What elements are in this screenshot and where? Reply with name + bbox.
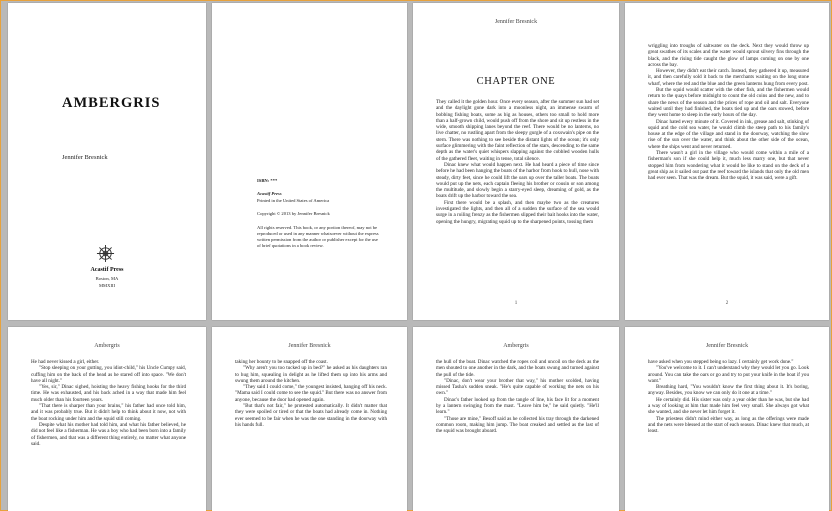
paragraph: "Yes, sir," Dinac sighed, hoisting the h… bbox=[31, 384, 186, 403]
paragraph: wriggling into troughs of saltwater on t… bbox=[648, 43, 809, 68]
page-4[interactable]: Jennifer Bresnick taking her bounty to b… bbox=[212, 327, 407, 511]
paragraph: "But that's not fair," he protested auto… bbox=[235, 403, 387, 428]
paragraph: "That there is sharper than your brains,… bbox=[31, 403, 186, 422]
printed-line: Printed in the United States of America bbox=[257, 198, 330, 203]
running-header: Ambergris bbox=[503, 343, 529, 349]
copyright-press: Acastif Press bbox=[257, 191, 282, 196]
paragraph: The priestess didn't mind either way, as… bbox=[648, 415, 809, 435]
paragraph: "Those are mine," Besoff said as he coll… bbox=[436, 415, 599, 435]
paragraph: "You've welcome to it. I can't understan… bbox=[648, 365, 809, 384]
copyright-page[interactable]: ISBN: *** Acastif Press Printed in the U… bbox=[212, 3, 407, 320]
chapter-page-2[interactable]: wriggling into troughs of saltwater on t… bbox=[625, 3, 829, 320]
paragraph: He certainly did. His sister was only a … bbox=[648, 396, 809, 416]
book-title: AMBERGRIS bbox=[62, 95, 161, 111]
running-header: Ambergris bbox=[94, 343, 120, 349]
paragraph: "Why aren't you too tucked up in bed?" h… bbox=[235, 365, 387, 384]
press-year: MMXIII bbox=[98, 283, 116, 288]
paragraph: "They said I could come," the youngest i… bbox=[235, 384, 387, 403]
chapter-body[interactable]: wriggling into troughs of saltwater on t… bbox=[648, 43, 809, 182]
title-page[interactable]: AMBERGRIS Jennifer Bresnick Acastif Pres… bbox=[8, 3, 206, 320]
press-emblem-icon bbox=[96, 244, 115, 263]
paragraph: However, they didn't eat their catch. In… bbox=[648, 68, 809, 87]
paragraph: They called it the golden hour. Once eve… bbox=[436, 99, 599, 162]
page-number: 1 bbox=[514, 301, 518, 306]
paragraph: Dinac knew what would happen next. He ha… bbox=[436, 161, 599, 200]
paragraph: "Stop sleeping on your gutting, you idio… bbox=[31, 365, 186, 384]
isbn-line: ISBN: *** bbox=[257, 178, 278, 183]
page-5[interactable]: Ambergris the hull of the boat. Dinac wa… bbox=[413, 327, 619, 511]
running-header: Jennifer Bresnick bbox=[494, 19, 538, 25]
running-header: Jennifer Bresnick bbox=[705, 343, 749, 349]
paragraph: First there would be a splash, and then … bbox=[436, 199, 599, 225]
page-3[interactable]: Ambergris He had never kissed a girl, ei… bbox=[8, 327, 206, 511]
chapter-body[interactable]: They called it the golden hour. Once eve… bbox=[436, 99, 599, 225]
page-body[interactable]: taking her bounty to be snapped off the … bbox=[235, 359, 387, 428]
press-city: Boston, MA bbox=[95, 276, 119, 281]
paragraph: There wasn't a girl in the village who w… bbox=[648, 150, 809, 182]
page-6[interactable]: Jennifer Bresnick have asked when you st… bbox=[625, 327, 829, 511]
page-number: 2 bbox=[725, 301, 729, 306]
paragraph: "Dinac, don't wear your brother that way… bbox=[436, 377, 599, 397]
paragraph: Breathing hard, "You wouldn't know the f… bbox=[648, 384, 809, 397]
page-body[interactable]: have asked when you stepped being so laz… bbox=[648, 359, 809, 435]
paragraph: Dinac's father looked up from the tangle… bbox=[436, 396, 599, 416]
paragraph: But the squid would scatter with the oth… bbox=[648, 87, 809, 119]
page-body[interactable]: He had never kissed a girl, either. "Sto… bbox=[31, 359, 186, 447]
copyright-line: Copyright © 2013 by Jennifer Bresnick bbox=[257, 211, 330, 216]
paragraph: the hull of the boat. Dinac watched the … bbox=[436, 359, 599, 378]
chapter-heading: CHAPTER ONE bbox=[476, 76, 556, 87]
paragraph: Dinac hated every minute of it. Covered … bbox=[648, 118, 809, 150]
rights-text: All rights reserved. This book, or any p… bbox=[257, 225, 379, 248]
book-author: Jennifer Bresnick bbox=[62, 154, 108, 161]
chapter-page-1[interactable]: Jennifer Bresnick CHAPTER ONE They calle… bbox=[413, 3, 619, 320]
paragraph: Despite what his mother had told him, an… bbox=[31, 421, 186, 447]
press-name: Acastif Press bbox=[90, 267, 124, 273]
running-header: Jennifer Bresnick bbox=[288, 343, 331, 349]
page-body[interactable]: the hull of the boat. Dinac watched the … bbox=[436, 359, 599, 435]
